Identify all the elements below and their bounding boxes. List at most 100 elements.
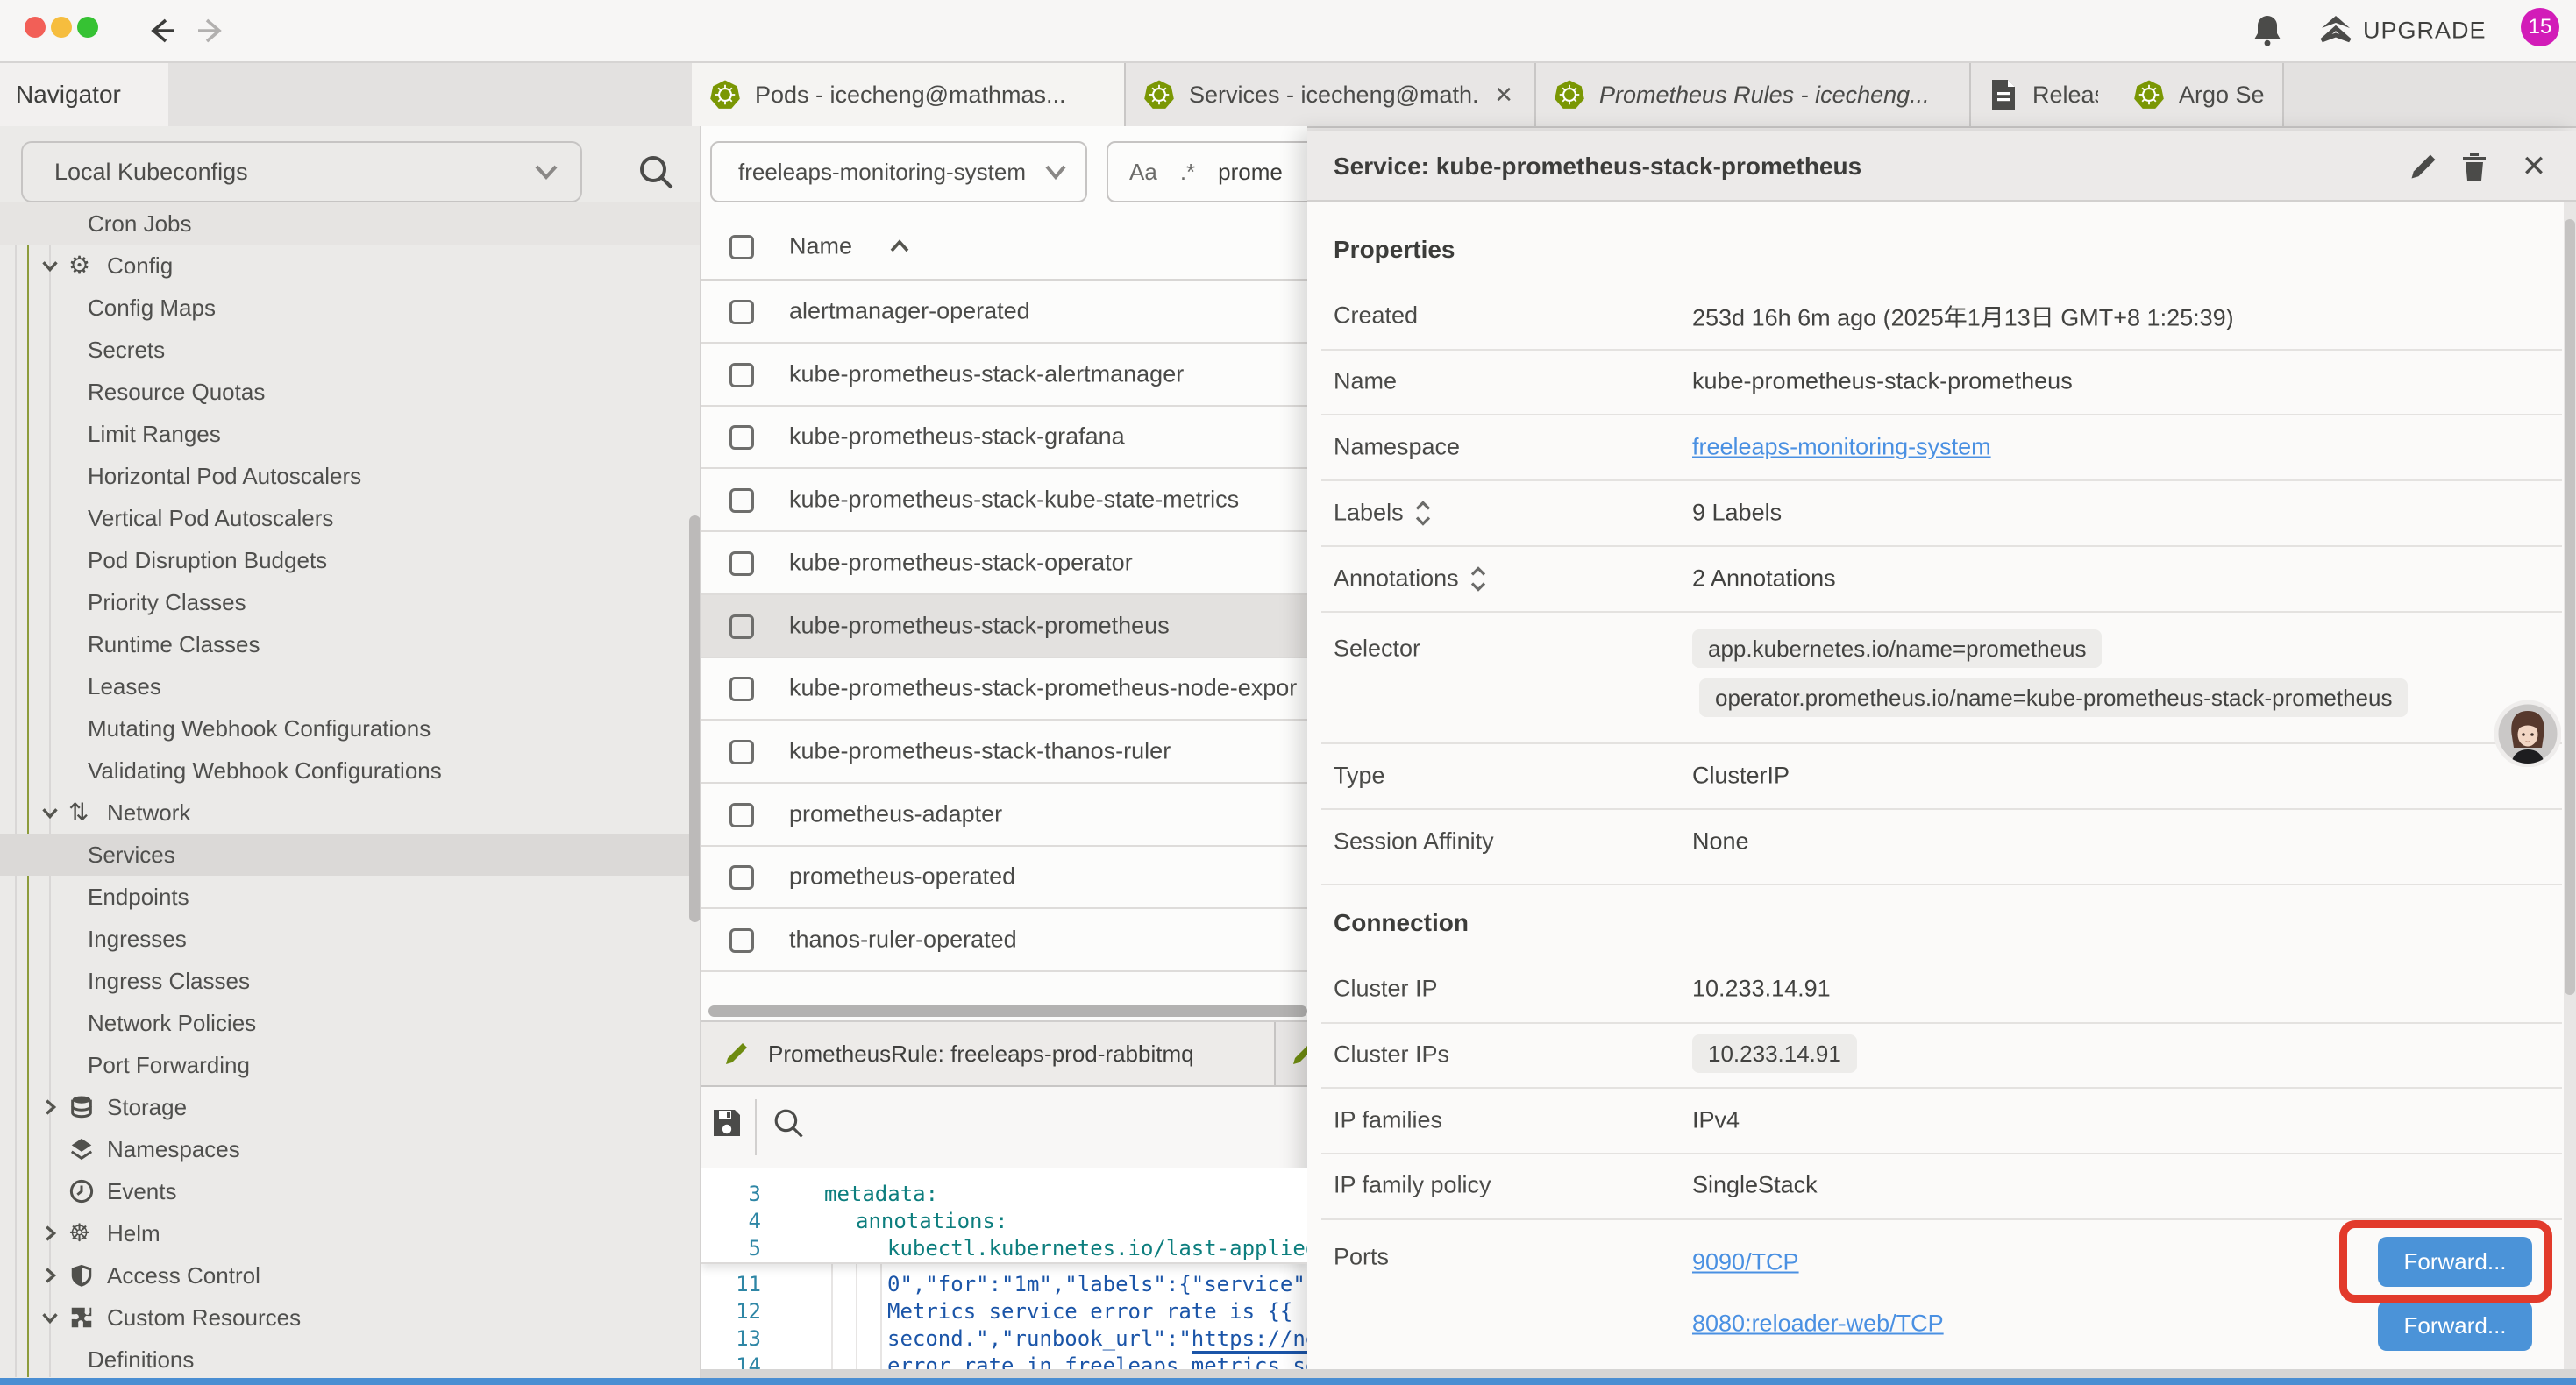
close-tab-icon[interactable]: ✕ — [1491, 82, 1517, 109]
sidebar-tree-item[interactable]: Namespaces — [0, 1128, 701, 1170]
delete-trash-icon[interactable] — [2459, 150, 2489, 183]
port-8080-link[interactable]: 8080:reloader-web/TCP — [1692, 1310, 1944, 1338]
sidebar-tree-item[interactable]: Access Control — [0, 1254, 701, 1296]
sidebar-search-icon[interactable] — [637, 153, 675, 191]
sort-ascending-icon[interactable] — [887, 237, 912, 256]
service-row[interactable]: kube-prometheus-stack-grafana — [701, 406, 1307, 469]
sidebar-tree-item[interactable]: Events — [0, 1170, 701, 1212]
match-case-toggle[interactable]: Aa — [1129, 159, 1157, 186]
sidebar-tree-item[interactable]: Ingress Classes — [0, 960, 701, 1002]
row-checkbox[interactable] — [729, 425, 754, 450]
chevron-down-icon[interactable] — [39, 1306, 61, 1329]
save-icon[interactable] — [710, 1106, 744, 1140]
row-checkbox[interactable] — [729, 488, 754, 513]
tab-navigator[interactable]: Navigator — [0, 63, 168, 126]
row-checkbox[interactable] — [729, 677, 754, 701]
forward-icon[interactable] — [195, 15, 230, 46]
sidebar-tree-item[interactable]: Vertical Pod Autoscalers — [0, 497, 701, 539]
sidebar-tree-item[interactable]: Network Policies — [0, 1002, 701, 1044]
expand-collapse-icon[interactable] — [1414, 500, 1432, 526]
service-row[interactable]: kube-prometheus-stack-prometheus-node-ex… — [701, 657, 1307, 721]
notifications-bell-icon[interactable] — [2250, 12, 2285, 49]
service-row[interactable]: kube-prometheus-stack-alertmanager — [701, 344, 1307, 407]
sidebar-tree-item[interactable]: ⚙ Config — [0, 245, 701, 287]
regex-toggle[interactable]: .* — [1180, 159, 1195, 186]
editor-tab[interactable]: Services - icecheng@math... ✕ — [1126, 63, 1536, 126]
sidebar-tree-item[interactable]: Pod Disruption Budgets — [0, 539, 701, 581]
sidebar-scrollbar[interactable] — [689, 515, 701, 922]
tab-partial-editor[interactable] — [1277, 1022, 1307, 1085]
back-icon[interactable] — [143, 15, 178, 46]
upgrade-chevrons-icon[interactable] — [2315, 11, 2357, 51]
row-checkbox[interactable] — [729, 300, 754, 324]
sidebar-tree-item[interactable]: Priority Classes — [0, 581, 701, 623]
drawer-scrollbar[interactable] — [2565, 219, 2575, 995]
close-drawer-icon[interactable]: ✕ — [2522, 149, 2547, 184]
tab-prometheusrule-editor[interactable]: PrometheusRule: freeleaps-prod-rabbitmq — [701, 1022, 1276, 1085]
service-row[interactable]: prometheus-operated — [701, 846, 1307, 909]
row-checkbox[interactable] — [729, 865, 754, 890]
chevron-right-icon[interactable] — [39, 1222, 61, 1245]
service-row[interactable]: kube-prometheus-stack-prometheus — [701, 595, 1307, 658]
edit-pencil-icon[interactable] — [2408, 151, 2439, 182]
chevron-down-icon[interactable] — [39, 254, 61, 277]
yaml-editor[interactable]: 3 metadata: 4 annotations: 5 kubectl.kub… — [701, 1168, 1307, 1378]
upgrade-label[interactable]: UPGRADE — [2363, 18, 2487, 45]
editor-tab[interactable]: Release Notes — [1971, 63, 2116, 126]
name-filter-input[interactable]: Aa .* prome — [1107, 141, 1307, 202]
horizontal-scrollbar[interactable] — [708, 1005, 1307, 1017]
sidebar-tree-item[interactable]: Validating Webhook Configurations — [0, 749, 701, 792]
zoom-window-button[interactable] — [77, 17, 98, 38]
chevron-right-icon[interactable] — [39, 1096, 61, 1119]
row-checkbox[interactable] — [729, 803, 754, 827]
notification-count-badge[interactable]: 15 — [2521, 8, 2559, 46]
service-row[interactable]: prometheus-adapter — [701, 784, 1307, 847]
sidebar-tree-item[interactable]: Secrets — [0, 329, 701, 371]
editor-search-icon[interactable] — [772, 1106, 805, 1140]
namespace-select[interactable]: freeleaps-monitoring-system — [710, 141, 1087, 202]
sidebar-tree-item[interactable]: Storage — [0, 1086, 701, 1128]
code-url-link[interactable]: https://net — [1192, 1326, 1307, 1354]
sidebar-tree-item[interactable]: Mutating Webhook Configurations — [0, 707, 701, 749]
service-row[interactable]: alertmanager-operated — [701, 281, 1307, 344]
sidebar-tree-item[interactable]: Limit Ranges — [0, 413, 701, 455]
chevron-down-icon[interactable] — [39, 801, 61, 824]
minimize-window-button[interactable] — [51, 17, 72, 38]
annotations-value[interactable]: 2 Annotations — [1692, 565, 1836, 593]
sidebar-tree-item[interactable]: Leases — [0, 665, 701, 707]
sidebar-tree-item[interactable]: Config Maps — [0, 287, 701, 329]
kubeconfig-select[interactable]: Local Kubeconfigs — [21, 141, 582, 202]
column-header-name[interactable]: Name — [789, 233, 852, 260]
sidebar-tree-item[interactable]: Custom Resources — [0, 1296, 701, 1339]
sidebar-tree-item[interactable]: Services — [0, 834, 701, 876]
namespace-link[interactable]: freeleaps-monitoring-system — [1692, 434, 1991, 461]
sidebar-tree-item[interactable]: ☸ Helm — [0, 1212, 701, 1254]
service-row[interactable]: thanos-ruler-operated — [701, 909, 1307, 972]
sidebar-tree-item[interactable]: Definitions — [0, 1339, 701, 1381]
row-checkbox[interactable] — [729, 928, 754, 953]
sidebar-tree-item[interactable]: Horizontal Pod Autoscalers — [0, 455, 701, 497]
port-9090-link[interactable]: 9090/TCP — [1692, 1249, 1799, 1276]
row-checkbox[interactable] — [729, 614, 754, 639]
service-row[interactable]: kube-prometheus-stack-thanos-ruler — [701, 721, 1307, 784]
sidebar-tree-item[interactable]: Cron Jobs — [0, 202, 701, 245]
sidebar-tree-item[interactable]: ⇅ Network — [0, 792, 701, 834]
forward-port-8080-button[interactable]: Forward... — [2378, 1301, 2532, 1351]
close-window-button[interactable] — [25, 17, 46, 38]
sidebar-tree-item[interactable]: Resource Quotas — [0, 371, 701, 413]
sidebar-tree-item[interactable]: Ingresses — [0, 918, 701, 960]
labels-value[interactable]: 9 Labels — [1692, 500, 1782, 527]
sidebar-tree-item[interactable]: Endpoints — [0, 876, 701, 918]
row-checkbox[interactable] — [729, 363, 754, 387]
avatar[interactable] — [2494, 700, 2561, 767]
sidebar-tree-item[interactable]: Runtime Classes — [0, 623, 701, 665]
service-row[interactable]: kube-prometheus-stack-operator — [701, 532, 1307, 595]
row-checkbox[interactable] — [729, 740, 754, 764]
service-row[interactable]: kube-prometheus-stack-kube-state-metrics — [701, 469, 1307, 532]
editor-tab[interactable]: Prometheus Rules - icecheng... — [1536, 63, 1971, 126]
expand-collapse-icon[interactable] — [1469, 565, 1487, 592]
sidebar-tree-item[interactable]: Port Forwarding — [0, 1044, 701, 1086]
chevron-right-icon[interactable] — [39, 1264, 61, 1287]
select-all-checkbox[interactable] — [729, 235, 754, 259]
editor-tab[interactable]: Argo Se — [2116, 63, 2284, 126]
